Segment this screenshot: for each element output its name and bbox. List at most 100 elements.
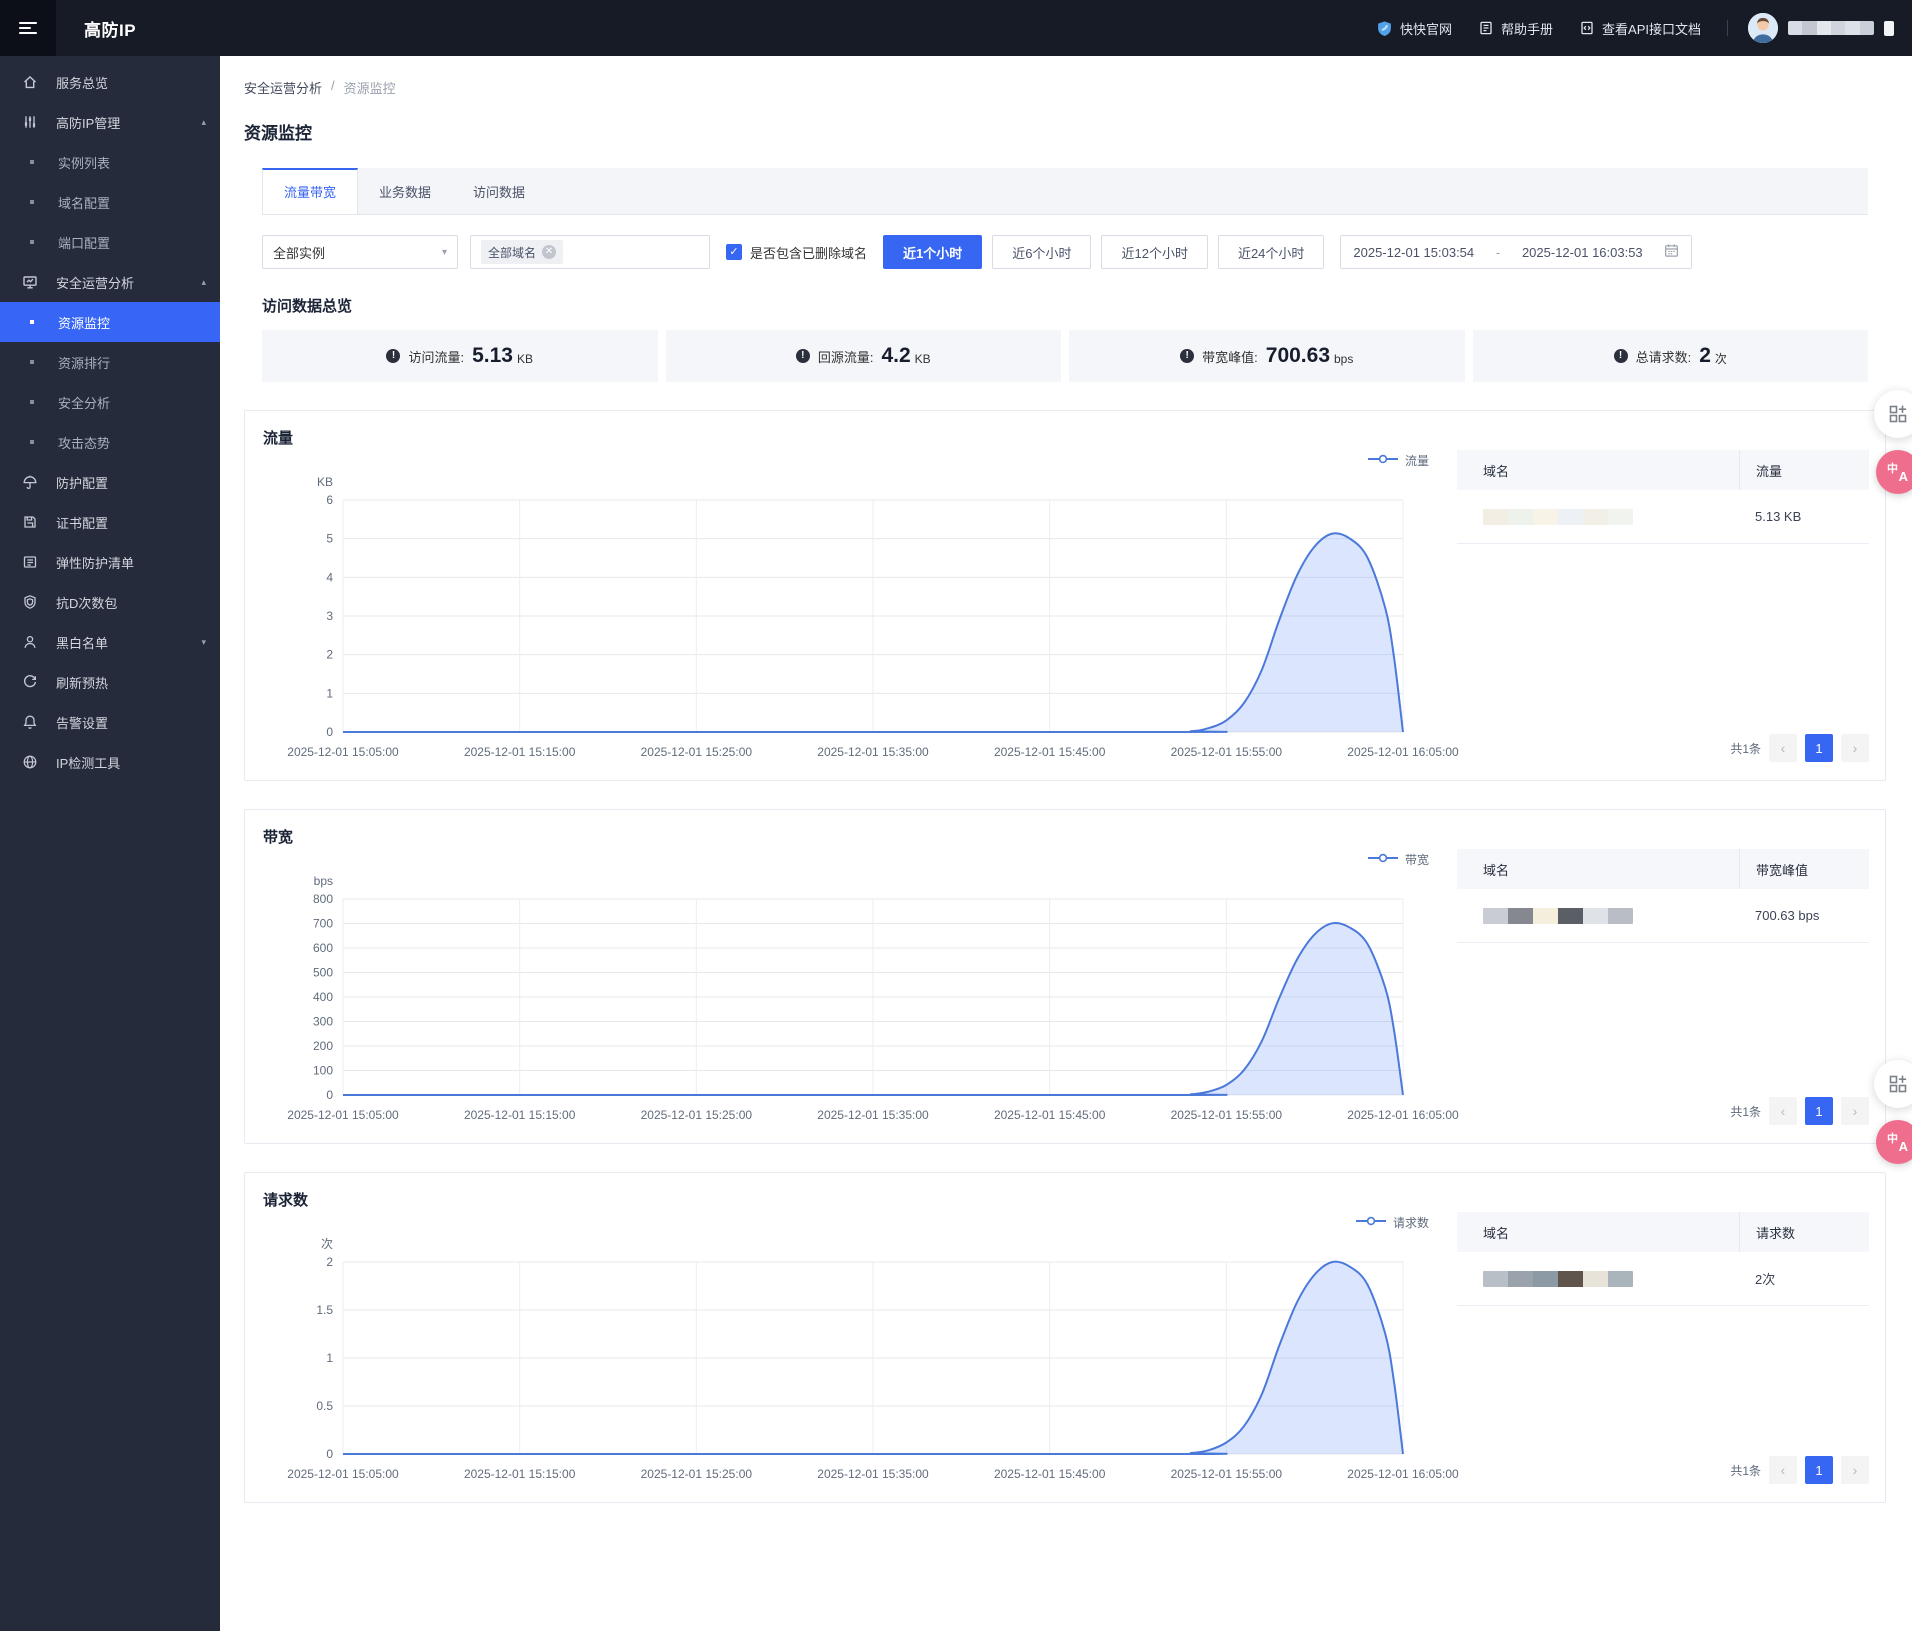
shield-icon: [22, 594, 38, 610]
sidebar-item-label: 实例列表: [58, 155, 111, 171]
legend-label: 带宽: [1404, 852, 1429, 867]
redacted-domain: [1483, 907, 1633, 924]
sidebar-item-label: 资源监控: [58, 315, 111, 331]
sliders-icon: [22, 114, 38, 130]
sidebar-item-11[interactable]: 证书配置: [0, 502, 220, 542]
x-tick-label: 2025-12-01 16:05:00: [1347, 1108, 1459, 1122]
sidebar-item-9[interactable]: 攻击态势: [0, 422, 220, 462]
stat-card-access-traffic: ! 访问流量: 5.13 KB: [262, 330, 658, 382]
x-tick-label: 2025-12-01 15:05:00: [287, 1467, 399, 1481]
sidebar-item-5[interactable]: 安全运营分析 ▴: [0, 262, 220, 302]
domain-select[interactable]: 全部域名 ✕: [470, 235, 710, 269]
sidebar-item-6[interactable]: 资源监控: [0, 302, 220, 342]
top-link-kuaikuai-site[interactable]: 快快官网: [1376, 19, 1452, 38]
include-deleted-checkbox[interactable]: ✓ 是否包含已删除域名: [726, 243, 867, 262]
sidebar-item-8[interactable]: 安全分析: [0, 382, 220, 422]
prev-page-button[interactable]: ‹: [1769, 1456, 1797, 1484]
time-button-last-12h[interactable]: 近12个小时: [1101, 235, 1208, 269]
avatar[interactable]: [1748, 13, 1778, 43]
stat-unit: KB: [516, 351, 533, 366]
stats-row: ! 访问流量: 5.13 KB! 回源流量: 4.2 KB! 带宽峰值: 700.63 bps! 总…: [262, 330, 1868, 382]
next-page-button[interactable]: ›: [1841, 1097, 1869, 1125]
sidebar-item-label: 端口配置: [58, 235, 111, 251]
translate-button[interactable]: 中 A: [1876, 1120, 1912, 1164]
sidebar-item-1[interactable]: 高防IP管理 ▴: [0, 102, 220, 142]
quick-apps-button[interactable]: [1874, 1060, 1912, 1108]
page-number-button[interactable]: 1: [1805, 734, 1833, 762]
tabs: 流量带宽 业务数据 访问数据: [262, 168, 1868, 215]
x-tick-label: 2025-12-01 15:15:00: [464, 1467, 576, 1481]
prev-page-button[interactable]: ‹: [1769, 734, 1797, 762]
sidebar-item-3[interactable]: 域名配置: [0, 182, 220, 222]
sidebar-item-17[interactable]: IP检测工具: [0, 742, 220, 782]
date-start[interactable]: 2025-12-01 15:03:54: [1353, 245, 1474, 260]
top-link-help-manual[interactable]: 帮助手册: [1478, 19, 1553, 38]
bandwidth-legend[interactable]: 带宽: [263, 849, 1433, 869]
top-link-api-docs[interactable]: 查看API接口文档: [1579, 19, 1701, 38]
y-tick-label: 100: [313, 1064, 333, 1078]
sidebar-item-14[interactable]: 黑白名单 ▾: [0, 622, 220, 662]
tab-traffic-bandwidth[interactable]: 流量带宽: [262, 168, 359, 214]
y-tick-label: 1: [326, 1351, 333, 1365]
info-icon: !: [1180, 349, 1195, 363]
user-menu-icon[interactable]: [1884, 20, 1894, 36]
sidebar-item-2[interactable]: 实例列表: [0, 142, 220, 182]
page-number-button[interactable]: 1: [1805, 1456, 1833, 1484]
x-tick-label: 2025-12-01 15:25:00: [641, 1467, 753, 1481]
y-tick-label: 200: [313, 1039, 333, 1053]
next-page-button[interactable]: ›: [1841, 734, 1869, 762]
y-tick-label: 3: [326, 609, 333, 623]
breadcrumb-parent[interactable]: 安全运营分析: [244, 78, 322, 97]
menu-fold-button[interactable]: [0, 0, 56, 56]
x-tick-label: 2025-12-01 16:05:00: [1347, 745, 1459, 759]
prev-page-button[interactable]: ‹: [1769, 1097, 1797, 1125]
x-tick-label: 2025-12-01 15:55:00: [1171, 1467, 1283, 1481]
sidebar-item-13[interactable]: 抗D次数包: [0, 582, 220, 622]
date-end[interactable]: 2025-12-01 16:03:53: [1522, 245, 1643, 260]
x-tick-label: 2025-12-01 15:15:00: [464, 1108, 576, 1122]
tab-business-data[interactable]: 业务数据: [358, 168, 452, 214]
y-axis-unit: KB: [317, 475, 333, 489]
sidebar: 服务总览 高防IP管理 ▴ 实例列表域名配置端口配置安全运营分析 ▴ 资源监控资源排行安全…: [0, 56, 220, 1631]
sidebar-item-label: 抗D次数包: [56, 595, 118, 611]
next-page-button[interactable]: ›: [1841, 1456, 1869, 1484]
close-icon[interactable]: ✕: [542, 245, 557, 259]
quick-apps-button[interactable]: [1874, 390, 1912, 438]
page-number-button[interactable]: 1: [1805, 1097, 1833, 1125]
sidebar-item-label: 安全分析: [58, 395, 111, 411]
certificate-icon: [22, 514, 38, 530]
tab-access-data[interactable]: 访问数据: [452, 168, 546, 214]
instance-select[interactable]: 全部实例 ▾: [262, 235, 458, 269]
domain-tag-label: 全部域名: [488, 245, 537, 260]
date-range-picker[interactable]: 2025-12-01 15:03:54 - 2025-12-01 16:03:5…: [1340, 235, 1693, 269]
chevron-up-icon: ▴: [201, 116, 206, 127]
stat-card-bandwidth-peak: ! 带宽峰值: 700.63 bps: [1069, 330, 1465, 382]
traffic-legend[interactable]: 流量: [263, 450, 1433, 470]
sidebar-item-12[interactable]: 弹性防护清单: [0, 542, 220, 582]
time-button-last-6h[interactable]: 近6个小时: [992, 235, 1092, 269]
stat-value: 4.2: [881, 344, 911, 367]
sidebar-item-0[interactable]: 服务总览: [0, 62, 220, 102]
sidebar-item-16[interactable]: 告警设置: [0, 702, 220, 742]
sidebar-item-10[interactable]: 防护配置: [0, 462, 220, 502]
overview-title: 访问数据总览: [262, 298, 353, 315]
legend-marker-icon: [1355, 1215, 1386, 1229]
x-tick-label: 2025-12-01 15:25:00: [641, 1108, 753, 1122]
top-bar: 高防IP 快快官网 帮助手册 查看API接口文档: [0, 0, 1912, 56]
y-tick-label: 500: [313, 966, 333, 980]
requests-legend[interactable]: 请求数: [263, 1212, 1433, 1232]
requests-chart-svg: 0 0.5 1 1.5 2 2025-12-01 15:05:00 2025-12-01 1…: [287, 1237, 1459, 1481]
time-button-last-1h[interactable]: 近1个小时: [883, 235, 983, 269]
bandwidth-table: 域名 带宽峰值 700.63 bps 共1条 ‹ 1 ›: [1457, 849, 1869, 1125]
stat-label: 总请求数:: [1635, 349, 1692, 365]
sidebar-item-15[interactable]: 刷新预热: [0, 662, 220, 702]
time-button-last-24h[interactable]: 近24个小时: [1217, 235, 1325, 269]
topbar-right: 快快官网 帮助手册 查看API接口文档: [1350, 13, 1912, 43]
translate-button[interactable]: 中 A: [1876, 450, 1912, 494]
x-tick-label: 2025-12-01 15:45:00: [994, 745, 1106, 759]
chevron-down-icon: ▾: [441, 246, 447, 258]
sidebar-item-4[interactable]: 端口配置: [0, 222, 220, 262]
legend-label: 请求数: [1392, 1215, 1429, 1230]
sidebar-item-7[interactable]: 资源排行: [0, 342, 220, 382]
column-header-value: 请求数: [1739, 1212, 1869, 1252]
